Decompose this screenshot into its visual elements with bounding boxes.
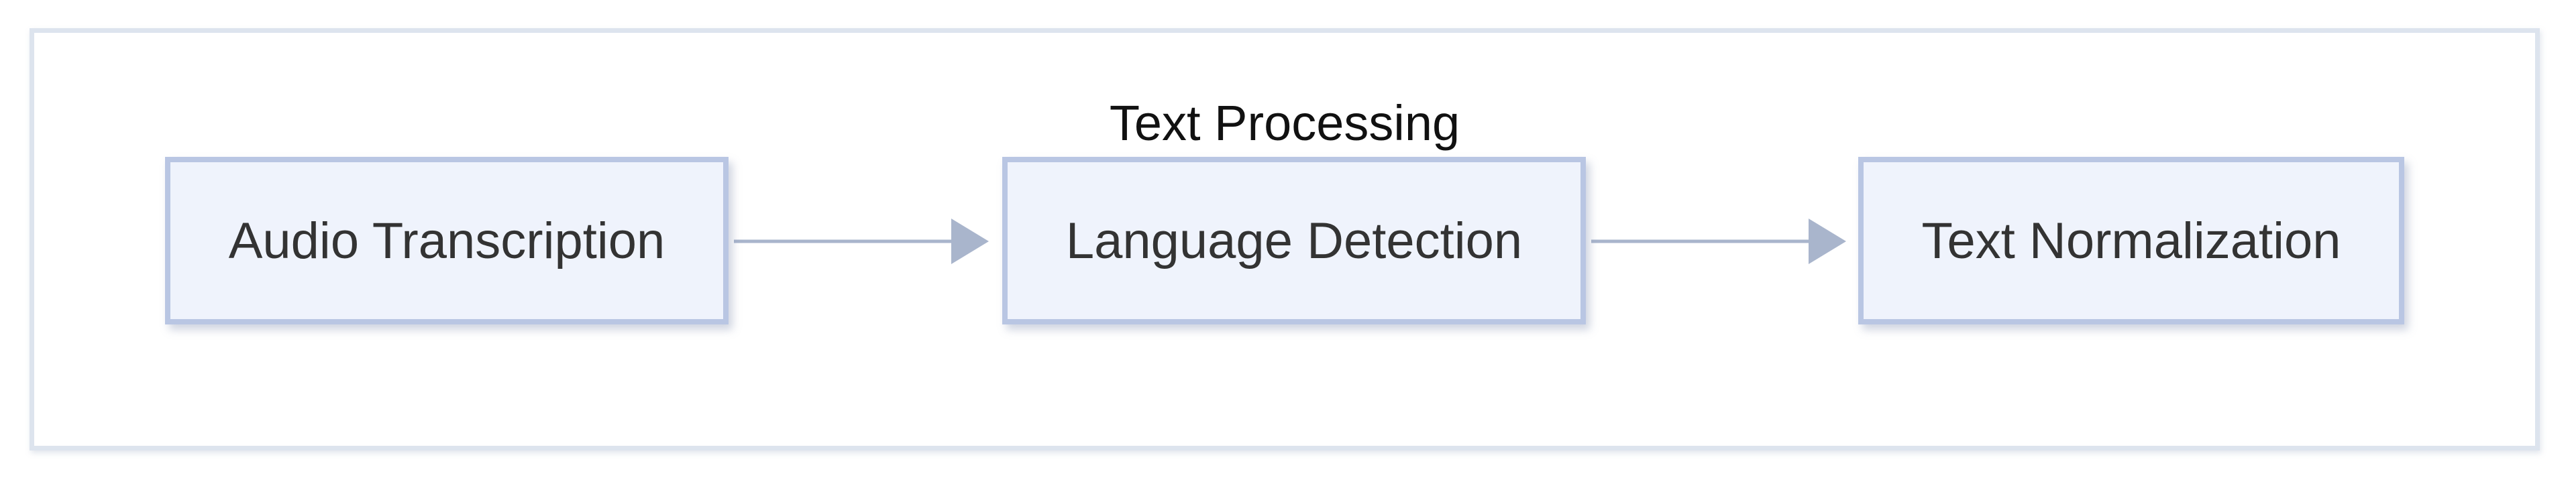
node-language-detection[interactable]: Language Detection <box>1002 157 1586 324</box>
node-audio-transcription[interactable]: Audio Transcription <box>165 157 729 324</box>
group-title: Text Processing <box>1109 95 1460 151</box>
node-label: Audio Transcription <box>228 212 665 269</box>
node-label: Text Normalization <box>1921 212 2341 269</box>
node-label: Language Detection <box>1065 212 1523 269</box>
node-text-normalization[interactable]: Text Normalization <box>1858 157 2404 324</box>
